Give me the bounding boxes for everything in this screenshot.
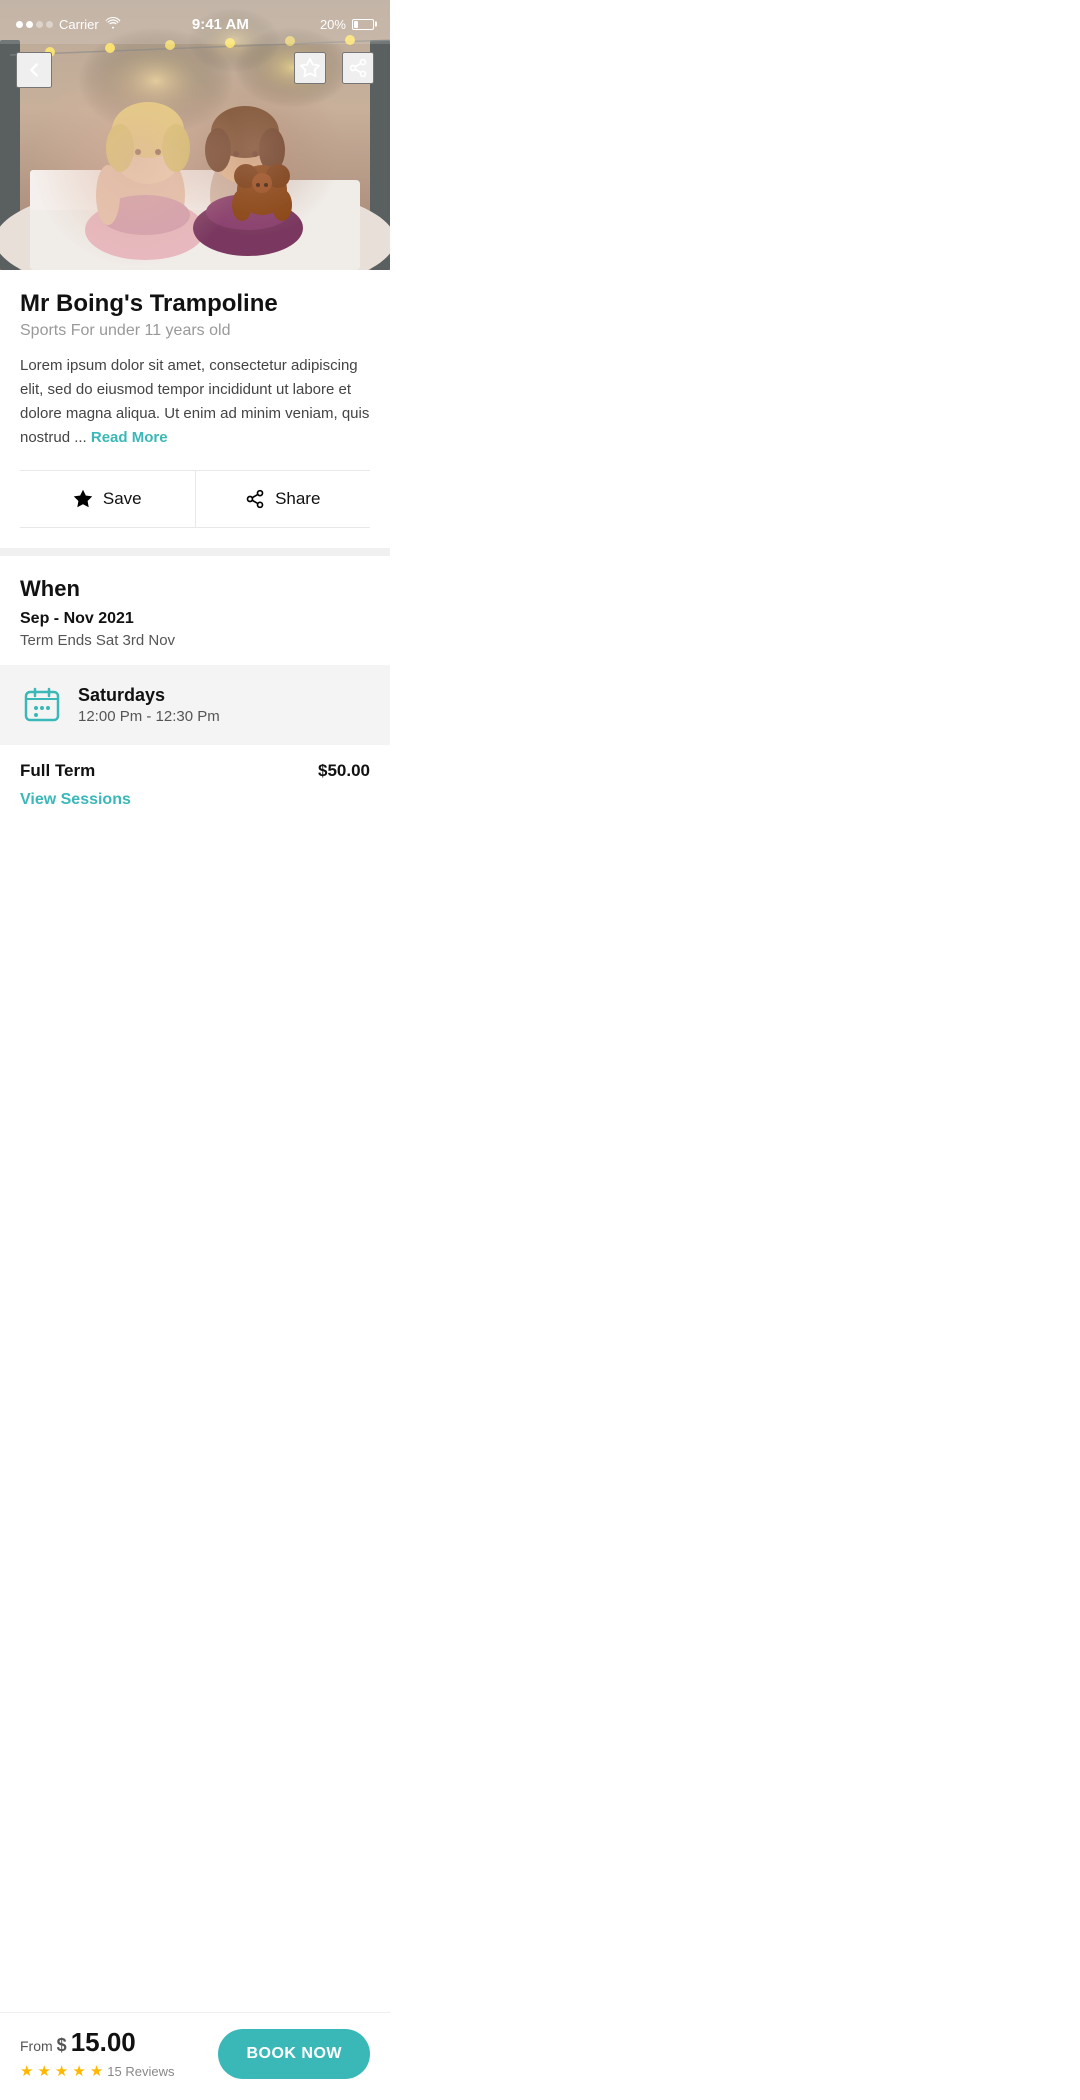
schedule-info: Saturdays 12:00 Pm - 12:30 Pm (78, 685, 220, 725)
signal-dot-1 (16, 21, 23, 28)
pricing-label: Full Term (20, 761, 95, 781)
book-now-button[interactable]: BOOK NOW (218, 2029, 370, 2079)
status-time: 9:41 AM (192, 16, 249, 33)
schedule-card: Saturdays 12:00 Pm - 12:30 Pm (0, 665, 390, 745)
status-bar: Carrier 9:41 AM 20% (0, 0, 390, 44)
nav-actions (294, 52, 374, 84)
view-sessions-button[interactable]: View Sessions (20, 791, 131, 809)
date-range: Sep - Nov 2021 (20, 610, 370, 628)
hero-save-button[interactable] (294, 52, 326, 84)
signal-dot-3 (36, 21, 43, 28)
back-button[interactable] (16, 52, 52, 88)
when-title: When (20, 576, 370, 602)
view-sessions-container: View Sessions (0, 791, 390, 829)
activity-subtitle: Sports For under 11 years old (20, 322, 370, 340)
reviews-row: ★ ★ ★ ★ ★ 15 Reviews (20, 2062, 174, 2080)
star-4: ★ (72, 2062, 85, 2080)
status-right: 20% (320, 17, 374, 32)
share-button[interactable]: Share (196, 471, 371, 527)
battery-percent: 20% (320, 17, 346, 32)
hero-share-button[interactable] (342, 52, 374, 84)
bottom-spacer (0, 829, 390, 929)
star-3: ★ (55, 2062, 68, 2080)
carrier-label: Carrier (59, 17, 99, 32)
when-section: When Sep - Nov 2021 Term Ends Sat 3rd No… (0, 556, 390, 665)
battery-indicator (352, 19, 374, 30)
signal-dot-2 (26, 21, 33, 28)
bottom-bar: From $ 15.00 ★ ★ ★ ★ ★ 15 Reviews BOOK N… (0, 2012, 390, 2100)
save-button[interactable]: Save (20, 471, 196, 527)
from-price: From $ 15.00 ★ ★ ★ ★ ★ 15 Reviews (20, 2027, 174, 2080)
review-count: 15 Reviews (107, 2064, 174, 2079)
section-separator (0, 548, 390, 556)
term-end: Term Ends Sat 3rd Nov (20, 632, 370, 649)
from-label: From $ 15.00 (20, 2027, 174, 2058)
status-left: Carrier (16, 16, 121, 32)
star-2: ★ (37, 2062, 50, 2080)
pricing-section: Full Term $50.00 (0, 745, 390, 791)
schedule-time: 12:00 Pm - 12:30 Pm (78, 708, 220, 725)
content-area: Mr Boing's Trampoline Sports For under 1… (0, 270, 390, 528)
schedule-day: Saturdays (78, 685, 220, 706)
save-label: Save (103, 489, 142, 509)
calendar-icon (20, 683, 64, 727)
star-1: ★ (20, 2062, 33, 2080)
signal-dot-4 (46, 21, 53, 28)
activity-description: Lorem ipsum dolor sit amet, consectetur … (20, 354, 370, 450)
star-5: ★ (90, 2062, 103, 2080)
share-label: Share (275, 489, 320, 509)
read-more-button[interactable]: Read More (91, 429, 168, 446)
activity-title: Mr Boing's Trampoline (20, 290, 370, 318)
signal-dots (16, 21, 53, 28)
wifi-icon (105, 16, 121, 32)
action-bar: Save Share (20, 470, 370, 528)
pricing-amount: $50.00 (318, 761, 370, 781)
